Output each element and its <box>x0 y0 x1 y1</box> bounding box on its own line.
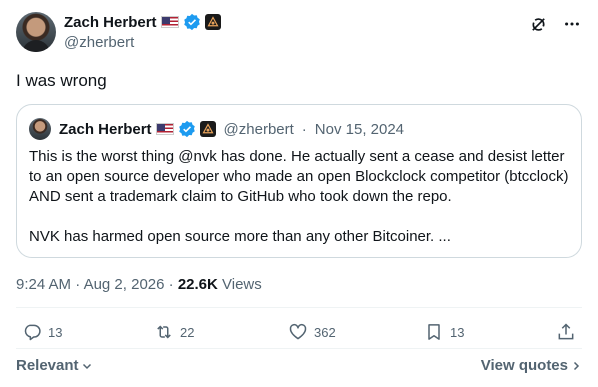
post-header: Zach Herbert @zherbert <box>16 12 582 54</box>
share-icon <box>558 323 574 340</box>
us-flag-icon <box>155 123 174 135</box>
reply-icon <box>24 324 41 341</box>
quoted-post-card[interactable]: Zach Herbert @zherbert · Nov 15, 2024 Th… <box>16 104 582 258</box>
reply-button[interactable]: 13 <box>22 322 62 342</box>
author-handle[interactable]: @zherbert <box>64 34 134 51</box>
post-time[interactable]: 9:24 AM <box>16 276 71 293</box>
separator-dot: · <box>301 120 307 138</box>
like-count: 362 <box>314 324 336 340</box>
repost-count: 22 <box>180 324 195 340</box>
sort-dropdown[interactable]: Relevant <box>16 357 93 374</box>
bookmark-icon <box>428 324 440 340</box>
header-actions <box>528 14 582 34</box>
author-name[interactable]: Zach Herbert <box>64 14 157 31</box>
action-bar: 13 22 362 13 <box>16 322 582 346</box>
bookmark-button[interactable]: 13 <box>424 322 464 342</box>
author-name-row: Zach Herbert <box>64 12 221 32</box>
view-quotes-label: View quotes <box>480 357 568 374</box>
like-icon <box>289 323 307 340</box>
quoted-post-paragraph: NVK has harmed open source more than any… <box>29 228 451 245</box>
view-quotes-link[interactable]: View quotes <box>481 357 582 374</box>
divider <box>16 348 582 349</box>
quoted-author-handle: @zherbert <box>223 120 294 138</box>
separator-dot: · <box>168 276 174 293</box>
chevron-right-icon <box>573 361 580 370</box>
author-avatar[interactable] <box>16 12 56 52</box>
more-icon[interactable] <box>562 14 582 34</box>
repost-button[interactable]: 22 <box>154 322 194 342</box>
post-date[interactable]: Aug 2, 2026 <box>84 276 165 293</box>
quoted-author-name: Zach Herbert <box>59 120 152 138</box>
repost-icon <box>157 325 171 339</box>
sort-label: Relevant <box>16 357 79 374</box>
share-button[interactable] <box>556 322 576 342</box>
quoted-post-body: This is the worst thing @nvk has done. H… <box>29 147 569 247</box>
affiliate-badge-icon[interactable] <box>204 14 221 30</box>
verified-badge-icon[interactable] <box>183 13 201 31</box>
post-text: I was wrong <box>16 71 107 90</box>
views-count: 22.6K <box>177 276 218 293</box>
quoted-post-paragraph: This is the worst thing @nvk has done. H… <box>29 148 569 205</box>
like-button[interactable]: 362 <box>288 322 336 342</box>
grok-icon[interactable] <box>528 14 548 34</box>
quoted-author-avatar <box>29 118 51 140</box>
bookmark-count: 13 <box>450 324 465 340</box>
us-flag-icon <box>160 16 179 28</box>
chevron-down-icon <box>82 363 91 369</box>
views-label: Views <box>222 276 262 293</box>
replies-footer: Relevant View quotes <box>16 357 582 377</box>
quoted-post-header: Zach Herbert @zherbert · Nov 15, 2024 <box>29 118 404 140</box>
reply-count: 13 <box>48 324 63 340</box>
separator-dot: · <box>75 276 81 293</box>
quoted-post-date: Nov 15, 2024 <box>314 120 405 138</box>
post-timestamp: 9:24 AM · Aug 2, 2026 · 22.6K Views <box>16 276 262 293</box>
verified-badge-icon <box>178 120 196 138</box>
affiliate-badge-icon <box>199 121 216 137</box>
divider <box>16 307 582 308</box>
